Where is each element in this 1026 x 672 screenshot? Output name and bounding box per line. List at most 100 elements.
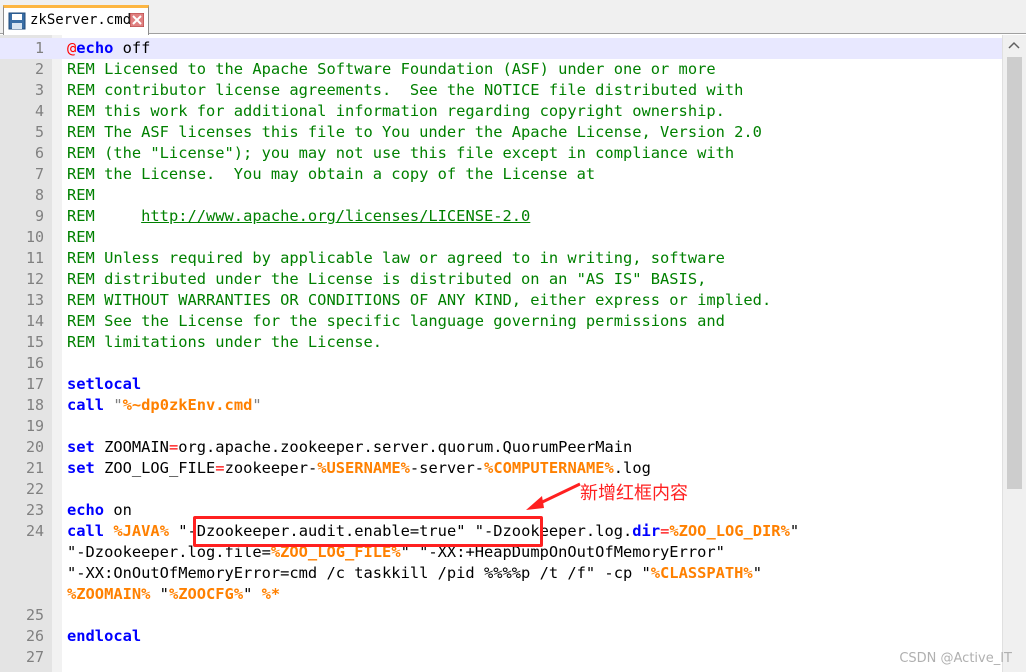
token: " — [150, 585, 169, 603]
line-text: REM this work for additional information… — [67, 101, 725, 122]
line-number: 23 — [25, 501, 44, 519]
code-line[interactable]: 7 REM the License. You may obtain a copy … — [0, 164, 1026, 185]
token: " — [252, 396, 262, 414]
token: %* — [261, 585, 281, 603]
line-number: 18 — [25, 396, 44, 414]
line-text: REM The ASF licenses this file to You un… — [67, 122, 762, 143]
line-number: 4 — [34, 102, 44, 120]
line-text: REM — [67, 227, 95, 248]
code-line[interactable]: 20 set ZOOMAIN=org.apache.zookeeper.serve… — [0, 437, 1026, 458]
code-line[interactable]: 1 @echo off — [0, 38, 1026, 59]
token: REM WITHOUT WARRANTIES OR CONDITIONS OF … — [67, 291, 772, 309]
line-text: REM http://www.apache.org/licenses/LICEN… — [67, 206, 530, 227]
code-line[interactable]: 12 REM distributed under the License is d… — [0, 269, 1026, 290]
token: setlocal — [67, 375, 142, 393]
line-text: endlocal — [67, 626, 141, 647]
token: %COMPUTERNAME% — [484, 459, 614, 477]
line-number: 20 — [25, 438, 44, 456]
code-line[interactable]: 11 REM Unless required by applicable law … — [0, 248, 1026, 269]
code-line[interactable]: 21 set ZOO_LOG_FILE=zookeeper-%USERNAME%-… — [0, 458, 1026, 479]
line-number: 3 — [34, 81, 44, 99]
code-line[interactable]: 22 — [0, 479, 1026, 500]
line-number: 14 — [25, 312, 44, 330]
token: REM Licensed to the Apache Software Foun… — [67, 60, 716, 78]
token: zookeeper- — [224, 459, 318, 477]
line-text: REM contributor license agreements. See … — [67, 80, 743, 101]
line-text: %ZOOMAIN% "%ZOOCFG%" %* — [67, 584, 280, 605]
code-line[interactable]: 13 REM WITHOUT WARRANTIES OR CONDITIONS O… — [0, 290, 1026, 311]
line-number: 25 — [25, 606, 44, 624]
code-line[interactable]: 4 REM this work for additional informatio… — [0, 101, 1026, 122]
token: echo — [67, 501, 105, 519]
line-number: 26 — [25, 627, 44, 645]
line-number: 11 — [25, 249, 44, 267]
token: ZOO_LOG_FILE — [94, 459, 216, 477]
token: REM — [67, 228, 95, 246]
line-text: set ZOO_LOG_FILE=zookeeper-%USERNAME%-se… — [67, 458, 651, 479]
line-number: 27 — [25, 648, 44, 666]
token: %USERNAME% — [317, 459, 410, 477]
line-text: REM Unless required by applicable law or… — [67, 248, 725, 269]
code-line[interactable]: 17 setlocal — [0, 374, 1026, 395]
code-editor[interactable]: 1 @echo off 2 REM Licensed to the Apache So… — [0, 35, 1026, 672]
watermark: CSDN @Active_IT — [899, 651, 1012, 666]
code-line[interactable]: 16 — [0, 353, 1026, 374]
token: dir — [632, 522, 661, 540]
code-line[interactable]: 27 — [0, 647, 1026, 668]
line-number: 12 — [25, 270, 44, 288]
line-text: REM limitations under the License. — [67, 332, 382, 353]
line-text: echo on — [67, 500, 132, 521]
token: on — [104, 501, 132, 519]
token: endlocal — [67, 627, 142, 645]
line-number: 2 — [34, 60, 44, 78]
code-line[interactable]: 9 REM http://www.apache.org/licenses/LICE… — [0, 206, 1026, 227]
code-line[interactable]: 15 REM limitations under the License. — [0, 332, 1026, 353]
code-line[interactable]: 18 call "%~dp0zkEnv.cmd" — [0, 395, 1026, 416]
tab-title: zkServer.cmd — [30, 12, 132, 28]
token: REM (the "License"); you may not use thi… — [67, 144, 735, 162]
line-number: 5 — [34, 123, 44, 141]
token: off — [113, 39, 151, 57]
line-text: REM the License. You may obtain a copy o… — [67, 164, 595, 185]
code-line[interactable]: 5 REM The ASF licenses this file to You u… — [0, 122, 1026, 143]
close-icon[interactable] — [130, 13, 144, 27]
line-text: setlocal — [67, 374, 141, 395]
vertical-scrollbar[interactable] — [1002, 35, 1026, 672]
scroll-up-icon[interactable] — [1007, 40, 1021, 50]
line-number: 6 — [34, 144, 44, 162]
line-number: 7 — [34, 165, 44, 183]
token: " — [104, 396, 123, 414]
line-text: "-XX:OnOutOfMemoryError=cmd /c taskkill … — [67, 563, 762, 584]
code-line[interactable]: 6 REM (the "License"); you may not use th… — [0, 143, 1026, 164]
token: REM limitations under the License. — [67, 333, 383, 351]
line-number: 22 — [25, 480, 44, 498]
token: " — [752, 564, 762, 582]
line-text: REM distributed under the License is dis… — [67, 269, 706, 290]
annotation-label: 新增红框内容 — [580, 483, 688, 504]
code-line[interactable]: 25 — [0, 605, 1026, 626]
code-line[interactable]: 8 REM — [0, 185, 1026, 206]
token: " — [789, 522, 800, 540]
token: REM the License. You may obtain a copy o… — [67, 165, 596, 183]
code-line[interactable]: "-XX:OnOutOfMemoryError=cmd /c taskkill … — [0, 563, 1026, 584]
code-line[interactable]: 14 REM See the License for the specific l… — [0, 311, 1026, 332]
code-line[interactable]: %ZOOMAIN% "%ZOOCFG%" %* — [0, 584, 1026, 605]
code-line[interactable]: 2 REM Licensed to the Apache Software Fou… — [0, 59, 1026, 80]
token: = — [168, 438, 179, 456]
scrollbar-thumb[interactable] — [1007, 57, 1022, 489]
token: REM The ASF licenses this file to You un… — [67, 123, 762, 141]
code-line[interactable]: 19 — [0, 416, 1026, 437]
line-number: 17 — [25, 375, 44, 393]
code-line[interactable]: 26 endlocal — [0, 626, 1026, 647]
line-number: 24 — [25, 522, 44, 540]
token: %ZOOMAIN% — [67, 585, 151, 603]
code-line[interactable]: 10 REM — [0, 227, 1026, 248]
line-number: 21 — [25, 459, 44, 477]
token: REM — [67, 186, 95, 204]
code-line[interactable]: 3 REM contributor license agreements. See… — [0, 80, 1026, 101]
tab-zkserver-cmd[interactable]: zkServer.cmd — [3, 5, 149, 35]
token: ZOOMAIN — [94, 438, 169, 456]
token: "-XX:OnOutOfMemoryError=cmd /c taskkill … — [67, 564, 651, 582]
line-text: REM WITHOUT WARRANTIES OR CONDITIONS OF … — [67, 290, 771, 311]
